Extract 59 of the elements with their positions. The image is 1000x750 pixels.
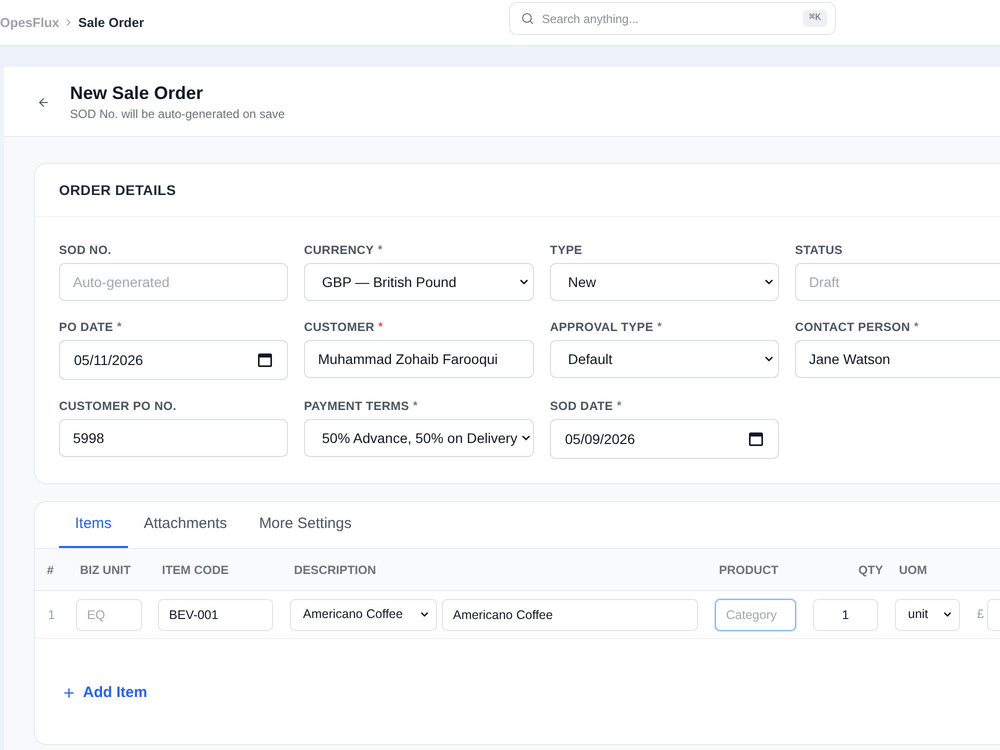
column-header: ITEM CODE	[162, 562, 229, 576]
text-field[interactable]: Category	[715, 598, 796, 630]
field-label: PO DATE	[59, 320, 114, 334]
date-field[interactable]: 05/09/2026	[550, 419, 779, 459]
column-header: #	[47, 562, 54, 576]
section-title: ORDER DETAILS	[59, 180, 176, 200]
plus-icon	[62, 686, 76, 700]
text-field[interactable]: 1	[813, 598, 878, 630]
field-label: CUSTOMER PO NO.	[59, 399, 176, 413]
column-header: DESCRIPTION	[294, 562, 376, 576]
required-mark: *	[378, 320, 383, 334]
field-label: APPROVAL TYPE	[550, 320, 654, 334]
select-field[interactable]: Americano Coffee	[290, 598, 437, 630]
page-title: New Sale Order	[70, 82, 204, 104]
column-header: PRODUCT	[719, 562, 778, 576]
text-field[interactable]: Auto-generated	[59, 263, 288, 301]
field-label: CONTACT PERSON	[795, 320, 910, 334]
field-label: STATUS	[795, 243, 843, 257]
date-field[interactable]: 05/11/2026	[59, 340, 288, 380]
text-field[interactable]: BEV-001	[158, 598, 273, 630]
calendar-icon[interactable]	[258, 353, 272, 367]
field-label: SOD NO.	[59, 243, 112, 257]
required-mark: *	[914, 320, 918, 334]
required-mark: *	[413, 399, 418, 413]
field-label: TYPE	[550, 243, 582, 257]
back-arrow-icon[interactable]	[37, 96, 50, 109]
breadcrumb-current: Sale Order	[78, 14, 144, 32]
text-field[interactable]: Jane Watson	[795, 340, 1000, 378]
search-icon	[521, 12, 534, 25]
required-mark: *	[378, 243, 382, 257]
select-field[interactable]: Default	[550, 340, 779, 378]
tab[interactable]: Attachments	[128, 502, 244, 548]
field-label: CURRENCY	[304, 243, 374, 257]
currency-symbol: £	[977, 606, 984, 624]
row-number: 1	[48, 608, 55, 622]
select-field[interactable]: New	[550, 263, 779, 301]
column-header: BIZ UNIT	[80, 562, 131, 576]
text-field[interactable]: Americano Coffee	[442, 598, 698, 630]
required-mark: *	[117, 320, 122, 334]
add-item-button[interactable]: Add Item	[62, 681, 148, 705]
required-mark: *	[617, 399, 622, 413]
field-label: CUSTOMER	[304, 320, 374, 334]
tab[interactable]: More Settings	[243, 502, 368, 548]
text-field[interactable]: Draft	[795, 263, 1000, 301]
calendar-icon[interactable]	[749, 432, 763, 446]
price-field[interactable]	[986, 598, 1000, 630]
text-field[interactable]: 5998	[59, 419, 288, 457]
search-field[interactable]: Search anything... ⌘K	[509, 2, 836, 35]
column-header: QTY	[858, 562, 883, 576]
field-label: SOD DATE	[550, 399, 614, 413]
column-header: UOM	[899, 562, 927, 576]
text-field[interactable]: Muhammad Zohaib Farooqui	[304, 340, 534, 378]
select-field[interactable]: 50% Advance, 50% on Delivery	[304, 419, 534, 457]
page-subtitle: SOD No. will be auto-generated on save	[70, 107, 285, 121]
select-field[interactable]: GBP — British Pound	[304, 263, 534, 301]
field-label: PAYMENT TERMS	[304, 399, 410, 413]
select-field[interactable]: unit	[895, 598, 960, 630]
required-mark: *	[657, 320, 662, 334]
shortcut-key: ⌘K	[802, 10, 827, 27]
